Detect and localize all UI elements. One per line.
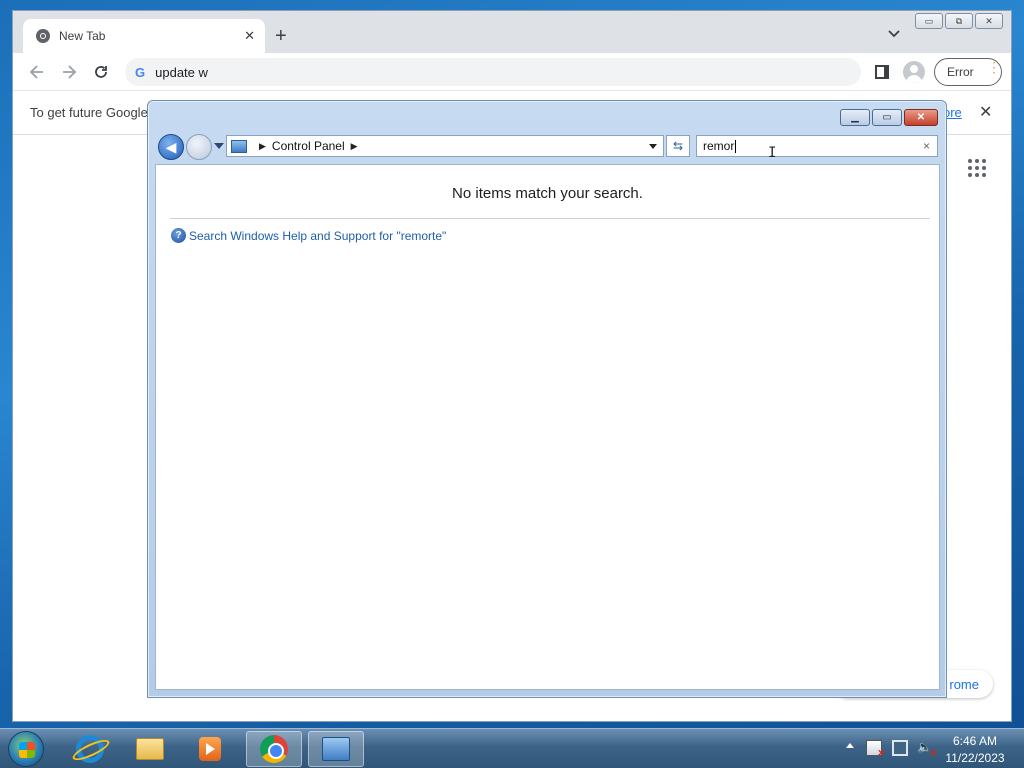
taskbar-windows-explorer[interactable]	[122, 731, 178, 767]
chrome-window-controls: ▭ ⧉ ✕	[915, 13, 1003, 29]
cp-forward-icon[interactable]	[186, 134, 212, 160]
breadcrumb-chevron-icon[interactable]: ▶	[259, 141, 266, 152]
taskbar-media-player[interactable]	[182, 731, 238, 767]
apps-grid-icon[interactable]	[968, 159, 986, 177]
cp-address-bar[interactable]: ▶ Control Panel ▶	[226, 135, 664, 157]
error-label: Error	[947, 65, 974, 79]
ibeam-cursor-icon: I	[768, 145, 777, 161]
search-value: remor	[703, 139, 735, 153]
new-tab-button[interactable]: +	[275, 25, 287, 48]
breadcrumb-chevron-icon[interactable]: ▶	[351, 141, 358, 152]
control-panel-taskbar-icon	[322, 737, 350, 761]
infobar-close-icon[interactable]: ✕	[979, 102, 992, 122]
system-clock[interactable]: 6:46 AM 11/22/2023	[940, 733, 1010, 767]
volume-muted-icon[interactable]: 🔈	[917, 740, 937, 759]
clock-time: 6:46 AM	[952, 734, 998, 748]
side-panel-icon[interactable]	[875, 65, 889, 79]
tab-search-chevron-icon[interactable]	[887, 27, 901, 41]
cp-search-input[interactable]: remor ×	[696, 135, 938, 157]
divider	[170, 218, 930, 219]
google-g-icon: G	[135, 64, 146, 80]
help-icon: ?	[171, 228, 186, 243]
help-search-label: Search Windows Help and Support for "rem…	[189, 228, 447, 243]
recent-pages-chevron-icon[interactable]	[214, 143, 224, 149]
show-hidden-icons-chevron-icon[interactable]	[846, 743, 854, 748]
profile-avatar-icon[interactable]	[903, 61, 925, 83]
tab-title: New Tab	[59, 29, 106, 43]
action-center-flag-icon[interactable]	[866, 740, 885, 759]
control-panel-icon	[231, 139, 247, 153]
network-icon[interactable]	[892, 740, 908, 756]
cp-refresh-icon[interactable]: ⇆	[666, 135, 690, 157]
chrome-favicon-icon	[36, 29, 50, 43]
forward-arrow-icon[interactable]	[59, 62, 79, 82]
text-caret	[735, 139, 737, 153]
back-arrow-icon[interactable]	[27, 62, 47, 82]
cp-results-pane: No items match your search. ? Search Win…	[155, 164, 940, 690]
tab-close-icon[interactable]: ✕	[244, 28, 255, 44]
error-profile-button[interactable]: Error ⋮	[934, 58, 1002, 86]
cp-window-controls: ▁ ▭ ✕	[840, 109, 938, 126]
search-clear-icon[interactable]: ×	[923, 139, 930, 153]
cp-back-icon[interactable]: ◀	[158, 134, 184, 160]
tab-new-tab[interactable]: New Tab ✕	[23, 19, 265, 53]
cp-maximize-button[interactable]: ▭	[872, 109, 902, 126]
tab-strip: New Tab ✕ + ▭ ⧉ ✕	[13, 11, 1011, 53]
cp-close-button[interactable]: ✕	[904, 109, 938, 126]
omnibox-text: update w	[155, 64, 208, 80]
menu-dots-icon[interactable]: ⋮	[987, 60, 1001, 74]
internet-explorer-icon	[76, 735, 104, 763]
start-button[interactable]	[8, 731, 44, 767]
help-search-link[interactable]: ? Search Windows Help and Support for "r…	[171, 228, 446, 243]
folder-icon	[136, 738, 164, 760]
taskbar-internet-explorer[interactable]	[62, 731, 118, 767]
address-dropdown-icon[interactable]	[649, 144, 657, 149]
toolbar: G update w Error ⋮	[13, 53, 1011, 91]
control-panel-window: ▁ ▭ ✕ ◀ ▶ Control Panel ▶ ⇆ remor × I No…	[147, 100, 947, 698]
customize-chip-label: rome	[949, 676, 979, 692]
close-button[interactable]: ✕	[975, 13, 1003, 29]
clock-date: 11/22/2023	[945, 751, 1005, 765]
no-results-message: No items match your search.	[452, 185, 643, 202]
chrome-icon	[260, 735, 288, 763]
restore-button[interactable]: ⧉	[945, 13, 973, 29]
media-player-icon	[199, 737, 221, 761]
reload-icon[interactable]	[91, 62, 111, 82]
omnibox[interactable]: G update w	[125, 58, 861, 86]
taskbar-control-panel[interactable]	[308, 731, 364, 767]
minimize-button[interactable]: ▭	[915, 13, 943, 29]
taskbar-google-chrome[interactable]	[246, 731, 302, 767]
cp-minimize-button[interactable]: ▁	[840, 109, 870, 126]
breadcrumb-control-panel[interactable]: Control Panel	[272, 139, 345, 153]
infobar-message: To get future Google	[30, 105, 148, 120]
